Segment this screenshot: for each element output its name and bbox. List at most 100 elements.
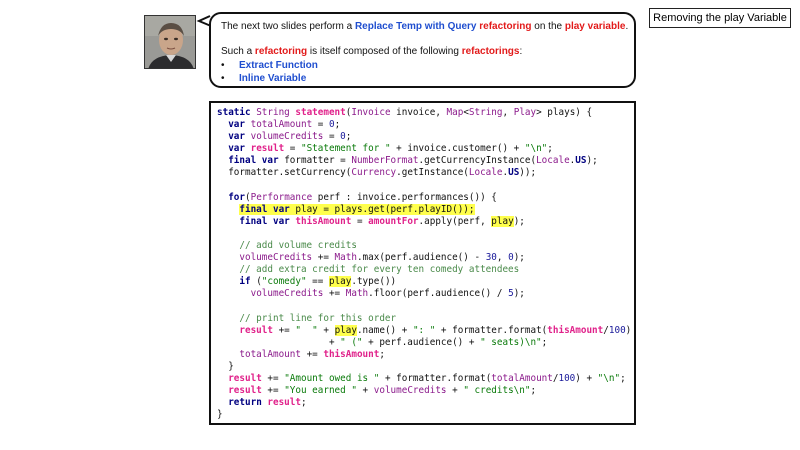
bullet-glyph: •	[221, 60, 225, 71]
author-photo	[145, 16, 195, 68]
composed-text: Such a refactoring is itself composed of…	[221, 46, 523, 57]
code-token: ;	[541, 336, 548, 348]
highlighted-token: play	[491, 215, 514, 227]
code-token: " ("	[340, 336, 363, 348]
code-token: Locale	[536, 155, 570, 167]
code-token: String	[256, 107, 296, 118]
code-token: .apply(perf,	[418, 215, 492, 227]
code-line: totalAmount += thisAmount;	[217, 349, 631, 361]
highlighted-token: final var	[239, 203, 296, 215]
code-token: return	[228, 397, 268, 409]
code-token: volumeCredits	[250, 288, 324, 300]
code-line: return result;	[217, 397, 631, 409]
code-token: final var	[228, 155, 285, 167]
code-token: .floor(perf.audience() /	[368, 288, 509, 300]
code-token: US	[508, 167, 520, 179]
code-token: statement	[295, 107, 346, 118]
code-token: var	[228, 119, 251, 131]
code-token: String	[468, 107, 503, 118]
code-token: amountFor	[368, 215, 419, 227]
code-token: + perf.audience() +	[362, 336, 481, 348]
code-token: invoice,	[396, 107, 447, 118]
code-token: Math	[334, 252, 357, 264]
code-token: "\n"	[597, 373, 621, 385]
bullet-item-inline-variable: • Inline Variable	[221, 73, 307, 84]
code-line: volumeCredits += Math.max(perf.audience(…	[217, 252, 631, 264]
code-panel: static String statement(Invoice invoice,…	[209, 101, 636, 425]
code-line: var totalAmount = 0;	[217, 119, 631, 131]
code-token: ,	[496, 252, 509, 264]
code-token: +=	[261, 373, 285, 385]
code-token: );	[513, 288, 525, 300]
code-token: result	[228, 373, 262, 385]
code-line: var volumeCredits = 0;	[217, 131, 631, 143]
code-token: totalAmount	[491, 373, 553, 385]
code-token: volumeCredits	[373, 385, 447, 397]
code-token: thisAmount	[547, 324, 604, 336]
code-token: NumberFormat	[351, 155, 419, 167]
code-token: ;	[620, 373, 626, 385]
code-line: }	[217, 409, 631, 421]
code-token: =	[284, 143, 301, 155]
code-token: ;	[345, 131, 352, 143]
code-token: perf : invoice.performances()) {	[317, 191, 497, 203]
code-token: )	[625, 324, 632, 336]
refactoring-name: Replace Temp with Query	[354, 21, 477, 32]
slide-title: Removing the play Variable	[649, 8, 791, 28]
code-token: Map	[446, 107, 464, 118]
code-line: var result = "Statement for " + invoice.…	[217, 143, 631, 155]
code-token: Performance	[250, 191, 318, 203]
code-line: final var thisAmount = amountFor.apply(p…	[217, 215, 631, 228]
code-line: // add extra credit for every ten comedy…	[217, 264, 631, 276]
code-token: US	[575, 155, 587, 167]
code-token: Invoice	[351, 107, 397, 118]
code-token: =	[351, 215, 369, 227]
code-token: result	[250, 143, 285, 155]
code-line: // print line for this order	[217, 313, 631, 325]
bullet-glyph: •	[221, 73, 225, 84]
code-token: +	[217, 336, 341, 348]
speech-bubble: The next two slides perform a Replace Te…	[209, 12, 636, 88]
code-token: ,	[502, 107, 514, 118]
code-token: thisAmount	[323, 348, 380, 360]
code-token: result	[239, 324, 273, 336]
code-token: " seats)\n"	[480, 336, 542, 348]
code-line: result += " " + play.name() + ": " + for…	[217, 324, 632, 337]
code-line: }	[217, 361, 631, 373]
code-token: );	[513, 252, 525, 264]
code-token: totalAmount	[250, 119, 313, 131]
avatar	[144, 15, 196, 69]
code-token: + invoice.customer() +	[390, 143, 525, 155]
code-token: =	[312, 119, 329, 131]
code-token: volumeCredits	[239, 252, 313, 264]
code-token: for	[228, 191, 245, 203]
code-line: static String statement(Invoice invoice,…	[217, 107, 631, 119]
code-token: " credits\n"	[463, 385, 531, 397]
code-token: Locale	[468, 167, 503, 179]
highlighted-token: play	[328, 276, 352, 288]
code-token: thisAmount	[295, 215, 352, 227]
code-token: formatter =	[284, 155, 352, 167]
code-token: formatter.setCurrency(	[217, 167, 352, 179]
code-token: 30	[485, 252, 497, 264]
code-token: "\n"	[524, 143, 548, 155]
code-token: Currency	[351, 167, 397, 179]
code-listing: static String statement(Invoice invoice,…	[217, 107, 631, 421]
code-token: +	[356, 385, 374, 397]
code-line: for(Performance perf : invoice.performan…	[217, 192, 631, 204]
code-line: result += "Amount owed is " + formatter.…	[217, 373, 631, 385]
code-token: ==	[306, 276, 329, 288]
code-line: volumeCredits += Math.floor(perf.audienc…	[217, 288, 631, 300]
code-token: .getCurrencyInstance(	[418, 155, 537, 167]
